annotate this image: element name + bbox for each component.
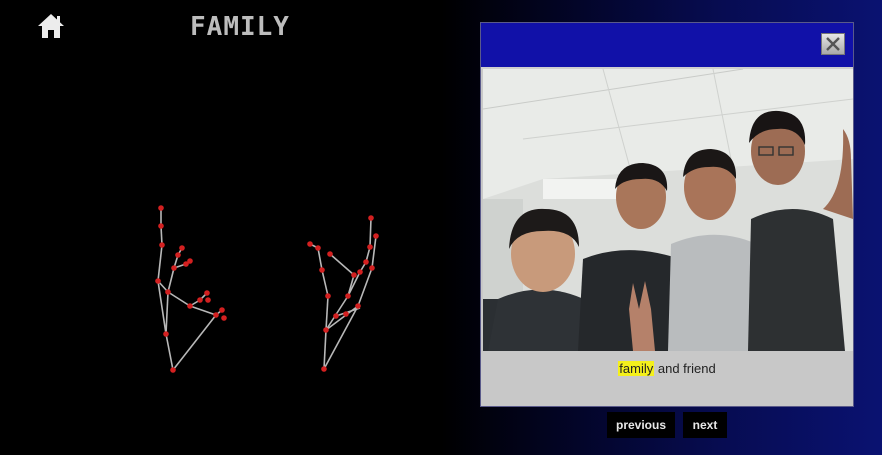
landmark-point: [158, 205, 164, 211]
landmark-point: [158, 223, 164, 229]
sign-example-popup: family and friend: [480, 22, 854, 407]
right-hand-points: [307, 215, 379, 372]
photo-illustration: [483, 69, 853, 351]
landmark-point: [343, 311, 349, 317]
close-icon: [826, 37, 840, 51]
caption-highlight: family: [618, 361, 655, 376]
next-button[interactable]: next: [683, 412, 727, 438]
landmark-point: [307, 241, 313, 247]
landmark-point: [369, 265, 375, 271]
landmark-point: [175, 252, 181, 258]
landmark-point: [221, 315, 227, 321]
landmark-point: [325, 293, 331, 299]
landmark-point: [204, 290, 210, 296]
close-button[interactable]: [821, 33, 845, 55]
landmark-point: [355, 303, 361, 309]
popup-header: [481, 23, 853, 69]
previous-button[interactable]: previous: [607, 412, 675, 438]
landmark-point: [345, 293, 351, 299]
landmark-point: [351, 272, 357, 278]
landmark-point: [319, 267, 325, 273]
landmark-point: [367, 244, 373, 250]
landmark-point: [321, 366, 327, 372]
right-hand-skeleton: [309, 217, 377, 370]
landmark-point: [315, 245, 321, 251]
landmark-point: [205, 297, 211, 303]
landmark-point: [187, 258, 193, 264]
landmark-point: [155, 278, 161, 284]
landmark-point: [179, 245, 185, 251]
caption-text: and friend: [654, 361, 716, 376]
landmark-point: [219, 307, 225, 313]
landmark-point: [327, 251, 333, 257]
landmark-point: [213, 312, 219, 318]
landmark-point: [357, 269, 363, 275]
landmark-point: [187, 303, 193, 309]
left-hand-skeleton: [157, 208, 223, 371]
landmark-point: [197, 297, 203, 303]
landmark-point: [373, 233, 379, 239]
landmark-point: [323, 327, 329, 333]
family-photo: [483, 69, 853, 351]
landmark-point: [165, 289, 171, 295]
hand-landmarks-canvas: [155, 205, 379, 373]
landmark-point: [171, 265, 177, 271]
landmark-point: [333, 313, 339, 319]
landmark-point: [163, 331, 169, 337]
landmark-point: [363, 259, 369, 265]
landmark-point: [170, 367, 176, 373]
landmark-point: [159, 242, 165, 248]
sign-caption: family and friend: [481, 361, 853, 376]
landmark-point: [368, 215, 374, 221]
